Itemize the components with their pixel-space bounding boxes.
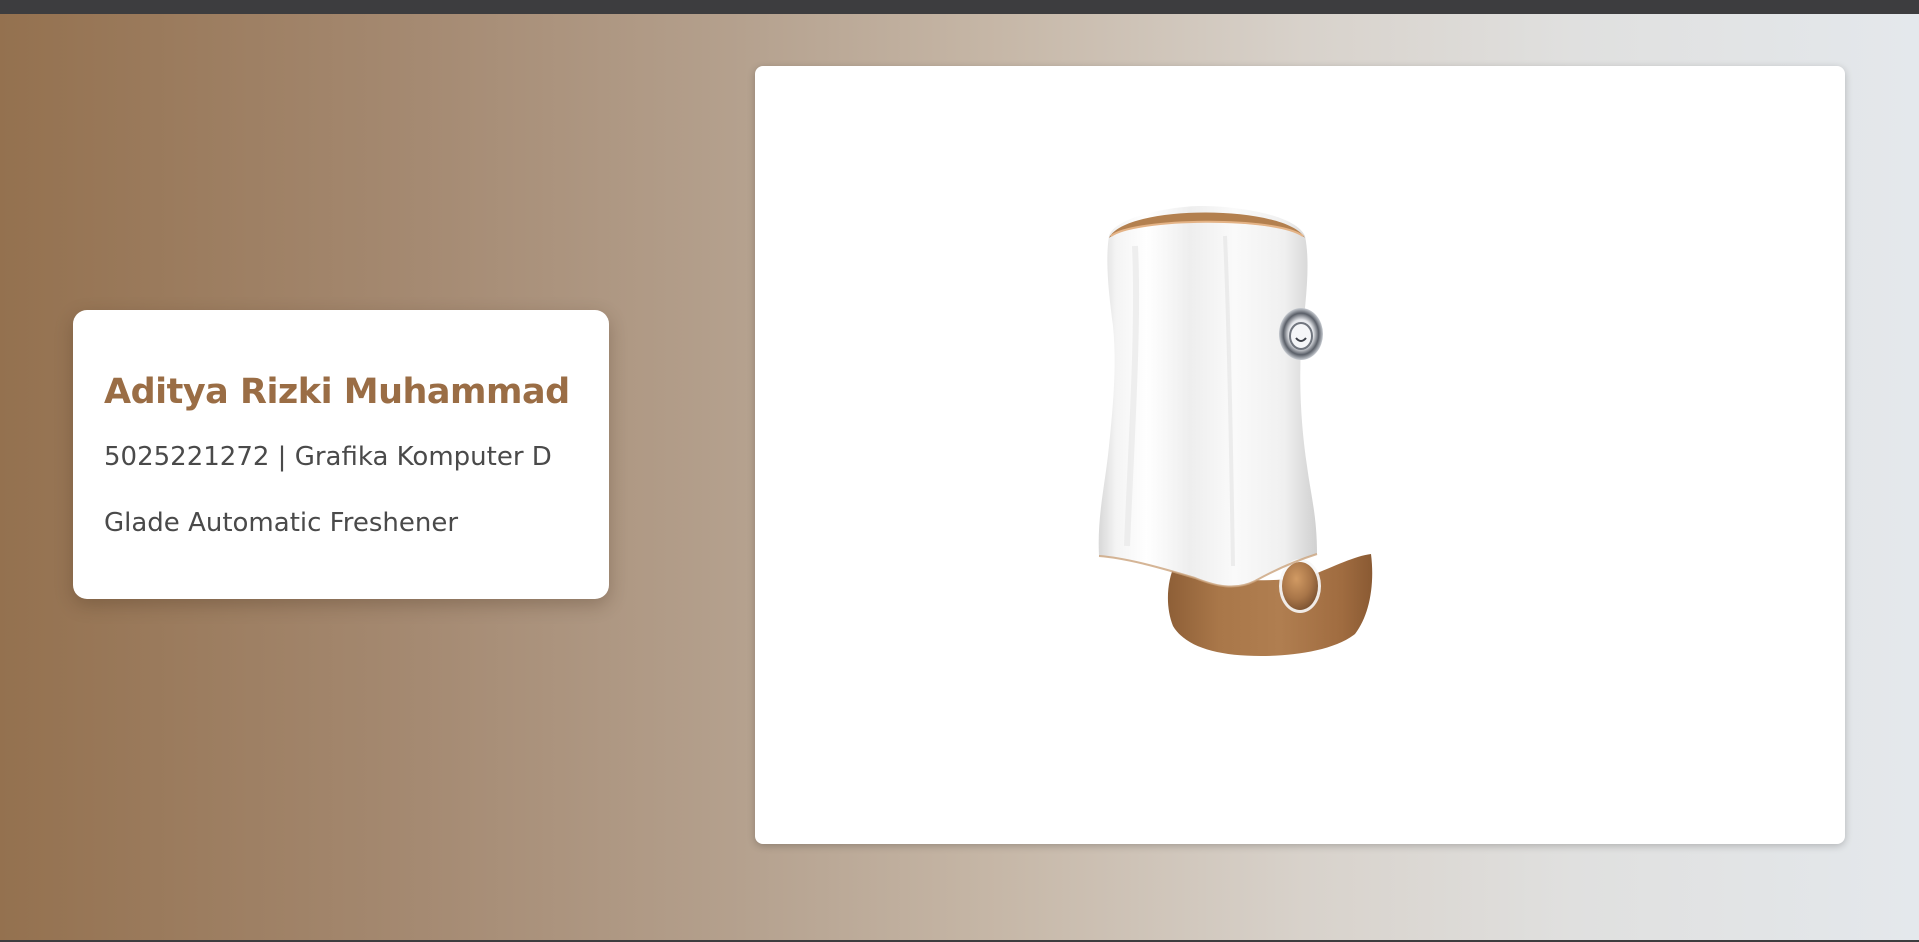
spray-button: [1279, 559, 1321, 613]
product-name: Glade Automatic Freshener: [104, 508, 459, 538]
top-bar: [0, 0, 1919, 14]
info-card: Aditya Rizki Muhammad 5025221272 | Grafi…: [73, 310, 609, 599]
spray-nozzle: [1279, 308, 1323, 360]
model-canvas[interactable]: [755, 66, 1845, 844]
model-viewer[interactable]: [755, 66, 1845, 844]
dispenser-body: [1098, 206, 1317, 587]
author-name: Aditya Rizki Muhammad: [104, 372, 570, 412]
student-id-course: 5025221272 | Grafika Komputer D: [104, 442, 552, 472]
